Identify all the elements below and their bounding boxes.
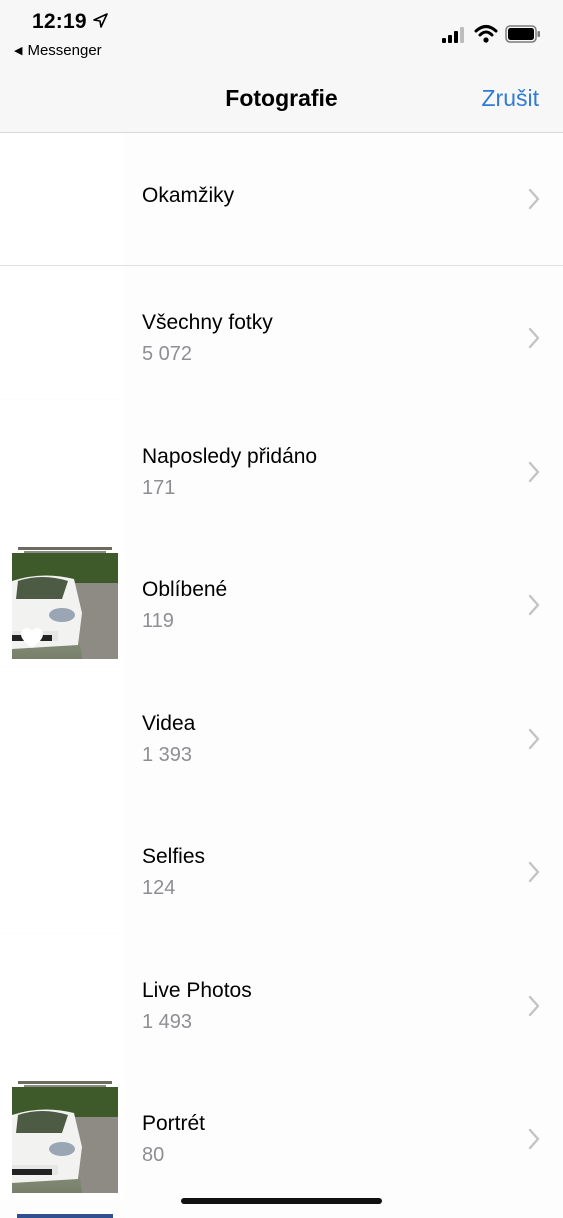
- status-time: 12:19: [32, 10, 87, 33]
- album-thumbnail: [0, 400, 124, 533]
- chevron-right-icon: [528, 188, 540, 210]
- album-count: 1 393: [142, 744, 193, 766]
- chevron-right-icon: [528, 461, 540, 483]
- chevron-right-icon: [528, 728, 540, 750]
- album-title: Všechny fotky: [142, 311, 273, 334]
- album-title: Portrét: [142, 1112, 206, 1135]
- album-row-okamziky[interactable]: Okamžiky: [0, 133, 563, 266]
- album-count: 5 072: [142, 343, 193, 365]
- album-row-live-photos[interactable]: Live Photos 1 493: [0, 934, 563, 1067]
- album-row-videa[interactable]: Videa 1 393: [0, 667, 563, 800]
- album-count: 1 493: [142, 1011, 193, 1033]
- status-bar: 12:19 ◀ Messenger: [0, 0, 563, 66]
- album-count: 80: [142, 1144, 165, 1166]
- heart-icon: [21, 628, 43, 648]
- album-row-portret[interactable]: Portrét 80: [0, 1067, 563, 1200]
- album-thumbnail: [0, 1067, 124, 1200]
- album-thumbnail: [0, 667, 124, 800]
- chevron-right-icon: [528, 861, 540, 883]
- album-row-selfies[interactable]: Selfies 124: [0, 800, 563, 933]
- back-to-app-link[interactable]: ◀ Messenger: [14, 42, 102, 59]
- car-photo-thumbnail: [12, 1087, 118, 1193]
- car-illustration: [12, 1087, 118, 1193]
- album-count: 124: [142, 877, 176, 899]
- album-count: 171: [142, 477, 176, 499]
- album-thumbnail: [0, 266, 124, 399]
- album-thumbnail: [0, 133, 124, 266]
- chevron-right-icon: [528, 995, 540, 1017]
- wifi-icon: [474, 25, 498, 43]
- album-title: Naposledy přidáno: [142, 445, 318, 468]
- page-title: Fotografie: [225, 85, 338, 111]
- album-thumbnail: [0, 800, 124, 933]
- next-thumbnail-edge: [17, 1214, 113, 1218]
- stack-edge: [18, 547, 112, 550]
- home-indicator[interactable]: [181, 1198, 382, 1204]
- back-triangle-icon: ◀: [14, 45, 23, 57]
- car-photo-thumbnail: [12, 553, 118, 659]
- navigation-bar: Fotografie Zrušit: [0, 66, 563, 133]
- album-title: Oblíbené: [142, 578, 228, 601]
- back-app-label: Messenger: [27, 42, 102, 59]
- battery-icon: [505, 25, 540, 43]
- album-thumbnail: [0, 934, 124, 1067]
- album-row-naposledy-pridano[interactable]: Naposledy přidáno 171: [0, 400, 563, 533]
- album-row-oblibene[interactable]: Oblíbené 119: [0, 533, 563, 666]
- album-title: Selfies: [142, 845, 206, 868]
- chevron-right-icon: [528, 1128, 540, 1150]
- album-count: 119: [142, 610, 174, 632]
- album-title: Okamžiky: [142, 184, 235, 207]
- chevron-right-icon: [528, 327, 540, 349]
- chevron-right-icon: [528, 594, 540, 616]
- location-arrow-icon: [93, 13, 108, 28]
- album-title: Live Photos: [142, 979, 252, 1002]
- stack-edge: [18, 1081, 112, 1084]
- album-thumbnail: [0, 533, 124, 666]
- cancel-button[interactable]: Zrušit: [482, 85, 540, 112]
- album-list: Okamžiky Všechny fotky 5 072 Naposledy p…: [0, 133, 563, 1218]
- cellular-signal-icon: [442, 27, 464, 43]
- album-row-vsechny-fotky[interactable]: Všechny fotky 5 072: [0, 266, 563, 399]
- album-title: Videa: [142, 712, 196, 735]
